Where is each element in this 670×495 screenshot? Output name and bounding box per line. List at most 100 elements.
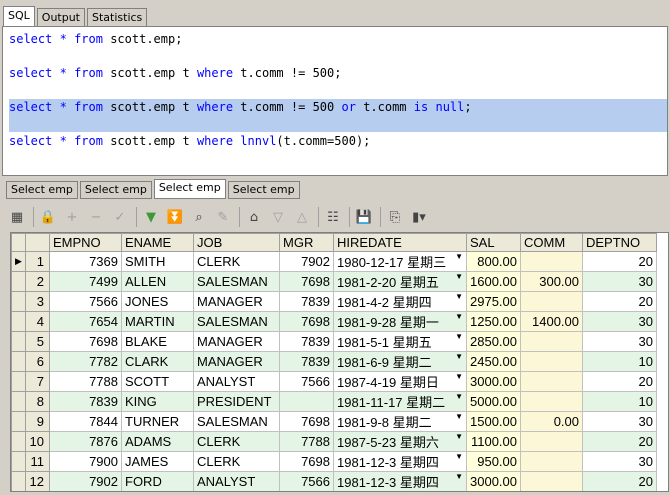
cell-job[interactable]: MANAGER xyxy=(193,351,280,372)
cell-sal[interactable]: 1300.00 xyxy=(467,492,521,493)
cell-comm[interactable] xyxy=(520,471,583,491)
date-dropdown-icon[interactable]: ▼ xyxy=(455,373,463,382)
cell-mgr[interactable]: 7902 xyxy=(279,251,334,272)
cell-empno[interactable]: 7934 xyxy=(50,492,122,493)
cell-hiredate[interactable]: ▼ 1981-6-9 星期二 xyxy=(333,351,467,372)
column-header-sal[interactable]: SAL xyxy=(466,233,521,252)
cell-sal[interactable]: 950.00 xyxy=(466,451,521,472)
cell-ename[interactable]: JONES xyxy=(121,291,194,312)
cell-mgr[interactable]: 7839 xyxy=(279,291,334,312)
cell-sal[interactable]: 3000.00 xyxy=(466,471,521,491)
table-row[interactable]: 3 7566 JONES MANAGER 7839 ▼ 1981-4-2 星期四 2975.0… xyxy=(11,291,657,312)
cell-comm[interactable] xyxy=(520,391,583,412)
column-header-empno[interactable]: EMPNO xyxy=(49,233,122,252)
column-header-hiredate[interactable]: HIREDATE xyxy=(333,233,467,252)
cell-hiredate[interactable]: ▼ 1987-4-19 星期日 xyxy=(333,371,467,392)
clear-icon[interactable]: ✎ xyxy=(212,206,234,228)
cell-job[interactable]: CLERK xyxy=(193,251,280,272)
cell-mgr[interactable]: 7566 xyxy=(279,471,334,491)
cell-mgr[interactable]: 7839 xyxy=(279,351,334,372)
cell-comm[interactable] xyxy=(520,431,583,452)
column-header-comm[interactable]: COMM xyxy=(520,233,583,252)
sql-editor[interactable]: select * from scott.emp; select * from s… xyxy=(2,26,668,176)
cell-comm[interactable] xyxy=(520,451,583,472)
cell-mgr[interactable]: 7698 xyxy=(279,451,334,472)
cell-empno[interactable]: 7902 xyxy=(49,471,122,491)
cell-sal[interactable]: 5000.00 xyxy=(466,391,521,412)
cell-sal[interactable]: 2450.00 xyxy=(466,351,521,372)
fetch-last-icon[interactable]: ⏬ xyxy=(164,206,186,228)
cell-sal[interactable]: 1100.00 xyxy=(466,431,521,452)
cell-hiredate[interactable]: ▼ 1981-4-2 星期四 xyxy=(333,291,467,312)
cell-comm[interactable] xyxy=(520,251,583,272)
cell-ename[interactable]: JAMES xyxy=(121,451,194,472)
cell-ename[interactable]: MILLER xyxy=(122,492,194,493)
cell-ename[interactable]: SCOTT xyxy=(121,371,194,392)
date-dropdown-icon[interactable]: ▼ xyxy=(455,353,463,362)
result-tab-3[interactable]: Select emp xyxy=(153,179,226,199)
cell-ename[interactable]: BLAKE xyxy=(121,331,194,352)
delete-row-icon[interactable]: − xyxy=(85,206,107,228)
cell-empno[interactable]: 7839 xyxy=(49,391,122,412)
date-dropdown-icon[interactable]: ▼ xyxy=(455,393,463,402)
cell-mgr[interactable]: 7782 xyxy=(280,492,334,493)
date-dropdown-icon[interactable]: ▼ xyxy=(455,313,463,322)
cell-hiredate[interactable]: ▼1982-1-23 星期六 xyxy=(334,492,467,493)
cell-sal[interactable]: 1600.00 xyxy=(466,271,521,292)
cell-ename[interactable]: FORD xyxy=(121,471,194,491)
tab-output[interactable]: Output xyxy=(36,8,85,26)
date-dropdown-icon[interactable]: ▼ xyxy=(455,293,463,302)
cell-hiredate[interactable]: ▼ 1981-11-17 星期二 xyxy=(333,391,467,412)
cell-empno[interactable]: 7788 xyxy=(49,371,122,392)
cell-empno[interactable]: 7369 xyxy=(49,251,122,272)
cell-deptno[interactable]: 30 xyxy=(582,411,657,432)
cell-job[interactable]: MANAGER xyxy=(193,291,280,312)
date-dropdown-icon[interactable]: ▼ xyxy=(455,413,463,422)
cell-hiredate[interactable]: ▼ 1981-9-8 星期二 xyxy=(333,411,467,432)
cell-comm[interactable]: 300.00 xyxy=(520,271,583,292)
cell-comm[interactable] xyxy=(520,351,583,372)
cell-empno[interactable]: 7654 xyxy=(49,311,122,332)
table-row[interactable]: 7 7788 SCOTT ANALYST 7566 ▼ 1987-4-19 星期日 3000.… xyxy=(11,371,657,392)
cell-ename[interactable]: SMITH xyxy=(121,251,194,272)
cell-sal[interactable]: 2850.00 xyxy=(466,331,521,352)
cell-deptno[interactable]: 30 xyxy=(582,451,657,472)
cell-comm[interactable] xyxy=(520,291,583,312)
cell-ename[interactable]: CLARK xyxy=(121,351,194,372)
cell-mgr[interactable]: 7698 xyxy=(279,271,334,292)
column-header-mgr[interactable]: MGR xyxy=(279,233,334,252)
tab-statistics[interactable]: Statistics xyxy=(87,8,148,26)
table-row[interactable]: 8 7839 KING PRESIDENT ▼ 1981-11-17 星期二 5000.00… xyxy=(11,391,657,412)
cell-empno[interactable]: 7782 xyxy=(49,351,122,372)
result-tab-4[interactable]: Select emp xyxy=(227,181,300,199)
cell-sal[interactable]: 1250.00 xyxy=(466,311,521,332)
cell-hiredate[interactable]: ▼ 1981-2-20 星期五 xyxy=(333,271,467,292)
table-row[interactable]: 10 7876 ADAMS CLERK 7788 ▼ 1987-5-23 星期六 1100.0… xyxy=(11,431,657,452)
filter-down-icon[interactable]: ▽ xyxy=(267,206,289,228)
cell-empno[interactable]: 7698 xyxy=(49,331,122,352)
cell-sal[interactable]: 1500.00 xyxy=(466,411,521,432)
cell-job[interactable]: SALESMAN xyxy=(193,411,280,432)
cell-deptno[interactable]: 10 xyxy=(582,391,657,412)
date-dropdown-icon[interactable]: ▼ xyxy=(455,473,463,482)
query-by-example-icon[interactable]: ⌂ xyxy=(243,206,265,228)
cell-job[interactable]: ANALYST xyxy=(193,471,280,491)
cell-ename[interactable]: MARTIN xyxy=(121,311,194,332)
cell-hiredate[interactable]: ▼ 1981-12-3 星期四 xyxy=(333,471,467,491)
cell-job[interactable]: SALESMAN xyxy=(193,311,280,332)
tree-icon[interactable]: ☷ xyxy=(322,206,344,228)
column-header-job[interactable]: JOB xyxy=(193,233,280,252)
table-row[interactable]: 4 7654 MARTIN SALESMAN 7698 ▼ 1981-9-28 星期一 125… xyxy=(11,311,657,332)
cell-sal[interactable]: 3000.00 xyxy=(466,371,521,392)
cell-ename[interactable]: KING xyxy=(121,391,194,412)
cell-deptno[interactable]: 20 xyxy=(582,291,657,312)
cell-mgr[interactable]: 7788 xyxy=(279,431,334,452)
cell-job[interactable]: SALESMAN xyxy=(193,271,280,292)
table-row[interactable]: 9 7844 TURNER SALESMAN 7698 ▼ 1981-9-8 星期二 1500… xyxy=(11,411,657,432)
cell-deptno[interactable]: 20 xyxy=(582,251,657,272)
chart-icon[interactable]: ▮▾ xyxy=(408,206,430,228)
cell-empno[interactable]: 7900 xyxy=(49,451,122,472)
cell-comm[interactable] xyxy=(520,331,583,352)
cell-hiredate[interactable]: ▼ 1980-12-17 星期三 xyxy=(333,251,467,272)
cell-ename[interactable]: TURNER xyxy=(121,411,194,432)
